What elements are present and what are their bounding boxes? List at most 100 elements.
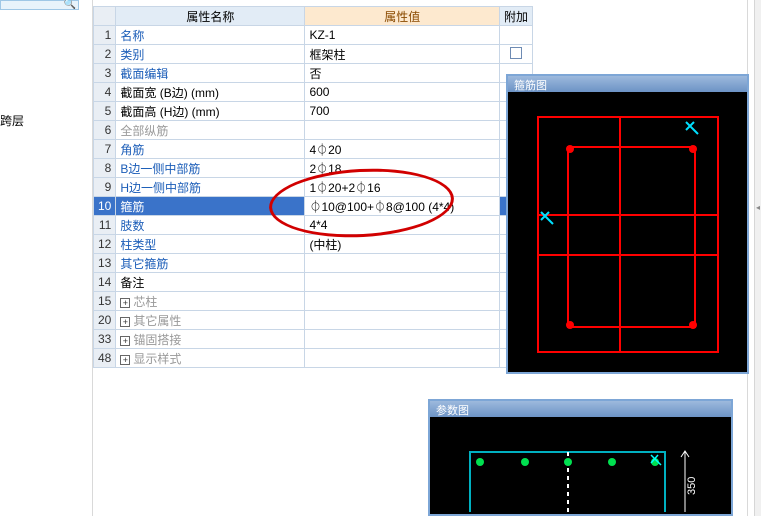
property-name-cell[interactable]: B边一侧中部筋 xyxy=(116,159,305,178)
property-value-cell[interactable]: 2⏀18 xyxy=(305,159,500,178)
table-row[interactable]: 1名称KZ-1 xyxy=(94,26,533,45)
scrollbar[interactable]: ◂ xyxy=(754,0,761,516)
table-row[interactable]: 2 类别 框架柱 xyxy=(94,45,533,64)
property-name-cell[interactable]: H边一侧中部筋 xyxy=(116,178,305,197)
property-name-cell[interactable]: 截面高 (H边) (mm) xyxy=(116,102,305,121)
expand-icon[interactable]: + xyxy=(120,355,130,365)
row-number: 10 xyxy=(94,197,116,216)
property-name-cell[interactable]: 备注 xyxy=(116,273,305,292)
row-number: 13 xyxy=(94,254,116,273)
search-icon: 🔍 xyxy=(64,1,76,9)
property-value-cell[interactable]: 700 xyxy=(305,102,500,121)
property-name: B边一侧中部筋 xyxy=(120,162,200,176)
row-number: 11 xyxy=(94,216,116,235)
row-number: 14 xyxy=(94,273,116,292)
row-number: 20 xyxy=(94,311,116,330)
property-name: 柱类型 xyxy=(120,238,156,252)
property-name-cell[interactable]: 箍筋 xyxy=(116,197,305,216)
property-name: 备注 xyxy=(120,276,144,290)
param-diagram-title: 参数图 xyxy=(430,401,731,417)
property-name-cell[interactable]: +锚固搭接 xyxy=(116,330,305,349)
property-value-cell[interactable] xyxy=(305,349,500,368)
property-name-cell[interactable]: +显示样式 xyxy=(116,349,305,368)
row-number: 5 xyxy=(94,102,116,121)
row-number: 6 xyxy=(94,121,116,140)
property-value-cell[interactable] xyxy=(305,292,500,311)
table-row[interactable]: 4截面宽 (B边) (mm)600 xyxy=(94,83,533,102)
property-value-cell[interactable]: ⏀10@100+⏀8@100 (4*4) xyxy=(305,197,500,216)
param-dim-text: 350 xyxy=(686,477,698,495)
property-name: 角筋 xyxy=(120,143,144,157)
table-row[interactable]: 13 其它箍筋 xyxy=(94,254,533,273)
property-name-cell[interactable]: 类别 xyxy=(116,45,305,64)
property-value-cell[interactable] xyxy=(305,273,500,292)
property-value-cell[interactable]: 4⏀20 xyxy=(305,140,500,159)
left-tree-label: 跨层 xyxy=(0,112,24,129)
expand-icon[interactable]: + xyxy=(120,298,130,308)
property-value-cell[interactable]: (中柱) xyxy=(305,235,500,254)
table-row[interactable]: 15+芯柱 xyxy=(94,292,533,311)
table-row[interactable]: 20+其它属性 xyxy=(94,311,533,330)
row-number: 2 xyxy=(94,45,116,64)
property-name-cell[interactable]: 全部纵筋 xyxy=(116,121,305,140)
property-value-cell[interactable]: 600 xyxy=(305,83,500,102)
row-number: 4 xyxy=(94,83,116,102)
property-value-cell[interactable] xyxy=(305,254,500,273)
table-row[interactable]: 8B边一侧中部筋2⏀18 xyxy=(94,159,533,178)
property-name-cell[interactable]: 柱类型 xyxy=(116,235,305,254)
property-value-cell[interactable] xyxy=(305,121,500,140)
extra-cell[interactable] xyxy=(499,26,532,45)
property-name-cell[interactable]: 名称 xyxy=(116,26,305,45)
property-value-cell[interactable]: 4*4 xyxy=(305,216,500,235)
property-value-cell[interactable]: 否 xyxy=(305,64,500,83)
table-row[interactable]: 3 截面编辑 否 xyxy=(94,64,533,83)
property-name: 其它属性 xyxy=(133,314,181,328)
row-number: 12 xyxy=(94,235,116,254)
property-name-cell[interactable]: 角筋 xyxy=(116,140,305,159)
expand-icon[interactable]: + xyxy=(120,317,130,327)
property-name-cell[interactable]: 截面宽 (B边) (mm) xyxy=(116,83,305,102)
table-row[interactable]: 33+锚固搭接 xyxy=(94,330,533,349)
param-diagram-panel: 参数图 xyxy=(428,399,733,516)
table-row[interactable]: 10箍筋⏀10@100+⏀8@100 (4*4) xyxy=(94,197,533,216)
property-name: 截面编辑 xyxy=(120,67,168,81)
table-row[interactable]: 7 角筋 4⏀20 xyxy=(94,140,533,159)
property-name-cell[interactable]: 肢数 xyxy=(116,216,305,235)
header-name[interactable]: 属性名称 xyxy=(116,7,305,26)
stirrup-diagram-panel: 箍筋图 xyxy=(506,74,749,374)
table-row[interactable]: 9H边一侧中部筋1⏀20+2⏀16 xyxy=(94,178,533,197)
property-name-cell[interactable]: 截面编辑 xyxy=(116,64,305,83)
property-value-cell[interactable] xyxy=(305,330,500,349)
checkbox-icon[interactable] xyxy=(510,47,522,59)
property-name: 其它箍筋 xyxy=(120,257,168,271)
header-extra[interactable]: 附加 xyxy=(499,7,532,26)
search-box[interactable]: 🔍 xyxy=(0,0,79,10)
extra-cell[interactable] xyxy=(499,45,532,64)
row-number: 7 xyxy=(94,140,116,159)
property-value-cell[interactable] xyxy=(305,311,500,330)
row-number: 15 xyxy=(94,292,116,311)
main-panel: 属性名称 属性值 附加 1名称KZ-12类别框架柱3截面编辑否4截面宽 (B边)… xyxy=(92,0,748,516)
stirrup-diagram-title: 箍筋图 xyxy=(508,76,747,92)
property-value-cell[interactable]: 1⏀20+2⏀16 xyxy=(305,178,500,197)
param-diagram-body: 350 xyxy=(430,417,731,514)
header-value[interactable]: 属性值 xyxy=(305,7,500,26)
table-row[interactable]: 12 柱类型 (中柱) xyxy=(94,235,533,254)
row-number: 1 xyxy=(94,26,116,45)
header-blank xyxy=(94,7,116,26)
row-number: 3 xyxy=(94,64,116,83)
property-name: 类别 xyxy=(120,48,144,62)
table-row[interactable]: 14 备注 xyxy=(94,273,533,292)
expand-icon[interactable]: + xyxy=(120,336,130,346)
table-row[interactable]: 6全部纵筋 xyxy=(94,121,533,140)
property-name-cell[interactable]: +芯柱 xyxy=(116,292,305,311)
property-value-cell[interactable]: KZ-1 xyxy=(305,26,500,45)
property-name-cell[interactable]: 其它箍筋 xyxy=(116,254,305,273)
property-name: H边一侧中部筋 xyxy=(120,181,201,195)
table-row[interactable]: 48+显示样式 xyxy=(94,349,533,368)
property-value-cell[interactable]: 框架柱 xyxy=(305,45,500,64)
table-row[interactable]: 11肢数4*4 xyxy=(94,216,533,235)
property-name-cell[interactable]: +其它属性 xyxy=(116,311,305,330)
table-row[interactable]: 5截面高 (H边) (mm)700 xyxy=(94,102,533,121)
property-name: 锚固搭接 xyxy=(133,333,181,347)
